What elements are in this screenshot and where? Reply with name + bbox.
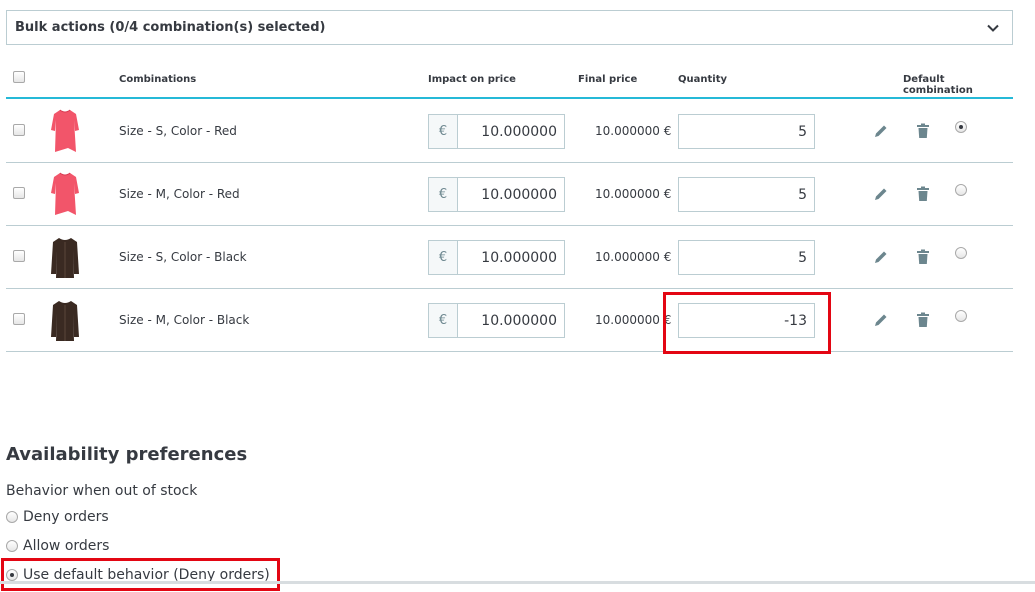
final-price: 10.000000 € [595,250,672,264]
product-thumbnail-red-dress [51,172,79,215]
table-header: Combinations Impact on price Final price… [6,62,1013,99]
deny-orders-option[interactable]: Deny orders [6,509,109,525]
row-checkbox[interactable] [13,124,25,136]
edit-icon[interactable] [873,249,889,265]
final-price: 10.000000 € [595,124,672,138]
edit-icon[interactable] [873,312,889,328]
header-final-price: Final price [578,74,638,85]
quantity-input[interactable]: 5 [678,114,815,149]
bottom-divider [0,581,1035,584]
edit-icon[interactable] [873,123,889,139]
table-row: Size - S, Color - Black € 10.000000 10.0… [6,226,1013,289]
table-row: Size - M, Color - Black € 10.000000 10.0… [6,289,1013,352]
impact-on-price-input[interactable]: 10.000000 [458,114,565,149]
currency-addon: € [428,114,458,149]
combination-name: Size - M, Color - Black [119,313,250,327]
chevron-down-icon[interactable] [986,21,1000,35]
currency-addon: € [428,177,458,212]
impact-on-price-input[interactable]: 10.000000 [458,177,565,212]
default-combination-radio[interactable] [955,121,967,133]
trash-icon[interactable] [916,249,930,265]
impact-on-price-field: € 10.000000 [428,303,565,338]
header-quantity: Quantity [678,74,727,85]
header-impact-on-price: Impact on price [428,74,516,85]
combination-name: Size - S, Color - Red [119,124,237,138]
quantity-highlight-box [663,292,831,354]
final-price: 10.000000 € [595,187,672,201]
final-price: 10.000000 € [595,313,672,327]
deny-orders-label: Deny orders [23,509,109,525]
currency-addon: € [428,240,458,275]
default-behavior-highlight-box [1,558,280,591]
product-thumbnail-black-cardigan [51,301,79,341]
bulk-actions-dropdown[interactable]: Bulk actions (0/4 combination(s) selecte… [6,10,1013,45]
trash-icon[interactable] [916,123,930,139]
product-thumbnail-red-dress [51,109,79,152]
table-row: Size - S, Color - Red € 10.000000 10.000… [6,100,1013,163]
impact-on-price-field: € 10.000000 [428,114,565,149]
trash-icon[interactable] [916,186,930,202]
trash-icon[interactable] [916,312,930,328]
default-combination-radio[interactable] [955,310,967,322]
allow-orders-option[interactable]: Allow orders [6,538,109,554]
row-checkbox[interactable] [13,187,25,199]
impact-on-price-input[interactable]: 10.000000 [458,240,565,275]
table-row: Size - M, Color - Red € 10.000000 10.000… [6,163,1013,226]
allow-orders-label: Allow orders [23,538,110,554]
edit-icon[interactable] [873,186,889,202]
impact-on-price-input[interactable]: 10.000000 [458,303,565,338]
bulk-actions-label: Bulk actions (0/4 combination(s) selecte… [15,20,326,35]
allow-orders-radio[interactable] [6,540,18,552]
availability-title: Availability preferences [6,444,248,465]
product-thumbnail-black-cardigan [51,238,79,278]
combination-name: Size - S, Color - Black [119,250,247,264]
behavior-label: Behavior when out of stock [6,483,198,499]
default-combination-radio[interactable] [955,184,967,196]
header-default-combination: Default combination [903,74,973,96]
quantity-input[interactable]: 5 [678,177,815,212]
impact-on-price-field: € 10.000000 [428,240,565,275]
row-checkbox[interactable] [13,250,25,262]
default-combination-radio[interactable] [955,247,967,259]
combination-name: Size - M, Color - Red [119,187,240,201]
quantity-input[interactable]: 5 [678,240,815,275]
row-checkbox[interactable] [13,313,25,325]
deny-orders-radio[interactable] [6,511,18,523]
impact-on-price-field: € 10.000000 [428,177,565,212]
select-all-checkbox[interactable] [13,71,25,83]
header-combinations: Combinations [119,74,197,85]
currency-addon: € [428,303,458,338]
